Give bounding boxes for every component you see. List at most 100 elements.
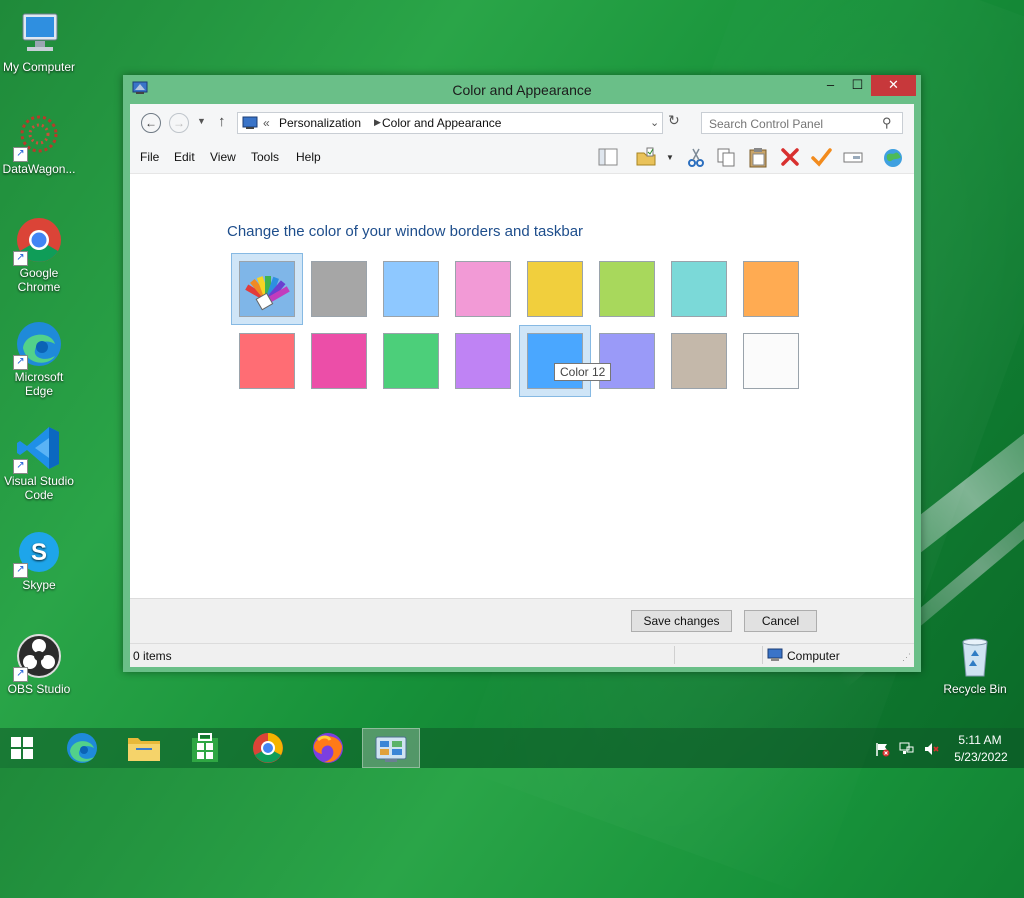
address-bar[interactable]: « Personalization ▶ Color and Appearance… — [237, 112, 663, 134]
system-tray: 5:11 AM 5/23/2022 — [868, 728, 1024, 768]
shortcut-arrow-icon: ↗ — [13, 667, 28, 682]
folder-options-dropdown-icon[interactable]: ▼ — [666, 153, 674, 162]
menu-bar: File Edit View Tools Help ▼ — [130, 141, 914, 174]
start-icon — [11, 737, 33, 759]
page-heading: Change the color of your window borders … — [227, 223, 584, 240]
title-bar[interactable]: Color and Appearance – ☐ ✕ — [123, 75, 921, 104]
menu-file[interactable]: File — [140, 150, 159, 164]
forward-button[interactable]: → — [169, 113, 189, 133]
computer-icon — [15, 10, 63, 58]
color-swatch-9[interactable] — [239, 333, 295, 389]
volume-muted-icon[interactable] — [923, 741, 939, 757]
breadcrumb-separator: ▶ — [374, 117, 381, 127]
cancel-button[interactable]: Cancel — [744, 610, 817, 632]
color-swatch-3[interactable] — [383, 261, 439, 317]
desktop-icon-datawagon[interactable]: ↗ DataWagon... — [1, 112, 77, 176]
menu-edit[interactable]: Edit — [174, 150, 195, 164]
clock-time[interactable]: 5:11 AM — [956, 733, 1004, 747]
menu-tools[interactable]: Tools — [251, 150, 279, 164]
network-icon[interactable] — [898, 741, 914, 757]
taskbar-control-panel[interactable] — [362, 728, 420, 768]
delete-icon[interactable] — [779, 146, 801, 168]
control-panel-icon — [242, 116, 258, 130]
color-swatch-15[interactable] — [671, 333, 727, 389]
address-dropdown-icon[interactable]: ⌄ — [650, 116, 659, 129]
color-swatch-11[interactable] — [383, 333, 439, 389]
color-swatch-custom[interactable] — [239, 261, 295, 317]
search-input[interactable] — [707, 115, 879, 132]
close-button[interactable]: ✕ — [871, 75, 916, 96]
desktop-icon-visual-studio-code[interactable]: ↗ Visual Studio Code — [1, 424, 77, 502]
taskbar-file-explorer[interactable] — [116, 728, 172, 768]
layout-pane-icon[interactable] — [597, 146, 619, 168]
start-button[interactable] — [0, 728, 56, 768]
obs-icon: ↗ — [13, 632, 63, 682]
control-panel-icon — [375, 736, 407, 762]
desktop-icon-microsoft-edge[interactable]: ↗ Microsoft Edge — [1, 320, 77, 398]
breadcrumb-personalization[interactable]: Personalization — [279, 116, 361, 130]
cut-icon[interactable] — [685, 146, 707, 168]
status-divider — [762, 646, 763, 664]
desktop-icon-label: Recycle Bin — [943, 682, 1007, 696]
shortcut-arrow-icon: ↗ — [13, 251, 28, 266]
shortcut-arrow-icon: ↗ — [13, 563, 28, 578]
color-swatch-5[interactable] — [527, 261, 583, 317]
color-swatch-10[interactable] — [311, 333, 367, 389]
up-arrow-icon[interactable]: ↑ — [218, 113, 226, 130]
color-swatch-16[interactable] — [743, 333, 799, 389]
paste-icon[interactable] — [747, 146, 769, 168]
breadcrumb-color-and-appearance[interactable]: Color and Appearance — [382, 116, 501, 130]
folder-options-icon[interactable] — [635, 146, 657, 168]
desktop-icon-label: Visual Studio Code — [4, 474, 74, 502]
file-explorer-icon — [128, 738, 160, 761]
desktop-icon-label: Microsoft Edge — [14, 370, 64, 398]
taskbar-chrome[interactable] — [240, 728, 296, 768]
internet-globe-icon[interactable] — [882, 146, 904, 168]
taskbar-store[interactable] — [177, 728, 233, 768]
clock-date[interactable]: 5/23/2022 — [952, 750, 1010, 764]
store-icon — [192, 733, 218, 762]
status-divider — [674, 646, 675, 664]
desktop-icon-obs-studio[interactable]: ↗ OBS Studio — [1, 632, 77, 696]
swatch-tooltip: Color 12 — [554, 363, 612, 381]
color-swatch-8[interactable] — [743, 261, 799, 317]
refresh-icon[interactable]: ↻ — [668, 112, 680, 129]
color-swatch-7[interactable] — [671, 261, 727, 317]
minimize-button[interactable]: – — [817, 75, 844, 96]
window-client: ← → ▼ ↑ « Personalization ▶ Color and Ap… — [130, 104, 914, 667]
color-swatch-6[interactable] — [599, 261, 655, 317]
save-changes-button[interactable]: Save changes — [631, 610, 732, 632]
svg-text:S: S — [31, 539, 47, 566]
skype-icon: S ↗ — [13, 528, 63, 578]
recent-pages-dropdown-icon[interactable]: ▼ — [197, 116, 206, 126]
color-swatch-4[interactable] — [455, 261, 511, 317]
desktop-icon-label: DataWagon... — [2, 162, 76, 176]
color-swatch-12[interactable] — [455, 333, 511, 389]
desktop-icon-my-computer[interactable]: My Computer — [1, 10, 77, 74]
color-swatch-2[interactable] — [311, 261, 367, 317]
action-center-flag-icon[interactable] — [874, 741, 890, 757]
datawagon-icon: ↗ — [13, 112, 63, 162]
menu-view[interactable]: View — [210, 150, 236, 164]
taskbar-firefox[interactable] — [300, 728, 356, 768]
chrome-icon — [253, 733, 283, 763]
search-icon[interactable]: ⚲ — [882, 115, 892, 131]
taskbar-edge[interactable] — [54, 728, 110, 768]
shortcut-arrow-icon: ↗ — [13, 147, 28, 162]
desktop-icon-recycle-bin[interactable]: Recycle Bin — [937, 632, 1013, 696]
desktop-icon-skype[interactable]: S ↗ Skype — [1, 528, 77, 592]
resize-grip-icon[interactable]: ⋰ — [902, 652, 911, 663]
button-bar: Save changes Cancel — [130, 598, 914, 644]
desktop-icon-label: OBS Studio — [7, 682, 71, 696]
edge-icon — [67, 733, 97, 763]
search-box[interactable]: ⚲ — [701, 112, 903, 134]
desktop-icon-google-chrome[interactable]: ↗ Google Chrome — [1, 216, 77, 294]
rename-icon[interactable] — [842, 146, 864, 168]
back-button[interactable]: ← — [141, 113, 161, 133]
control-panel-window: Color and Appearance – ☐ ✕ ← → ▼ ↑ « Per… — [123, 75, 921, 672]
copy-icon[interactable] — [715, 146, 737, 168]
menu-help[interactable]: Help — [296, 150, 321, 164]
address-row: ← → ▼ ↑ « Personalization ▶ Color and Ap… — [130, 104, 914, 141]
properties-check-icon[interactable] — [810, 146, 832, 168]
maximize-button[interactable]: ☐ — [844, 75, 871, 96]
